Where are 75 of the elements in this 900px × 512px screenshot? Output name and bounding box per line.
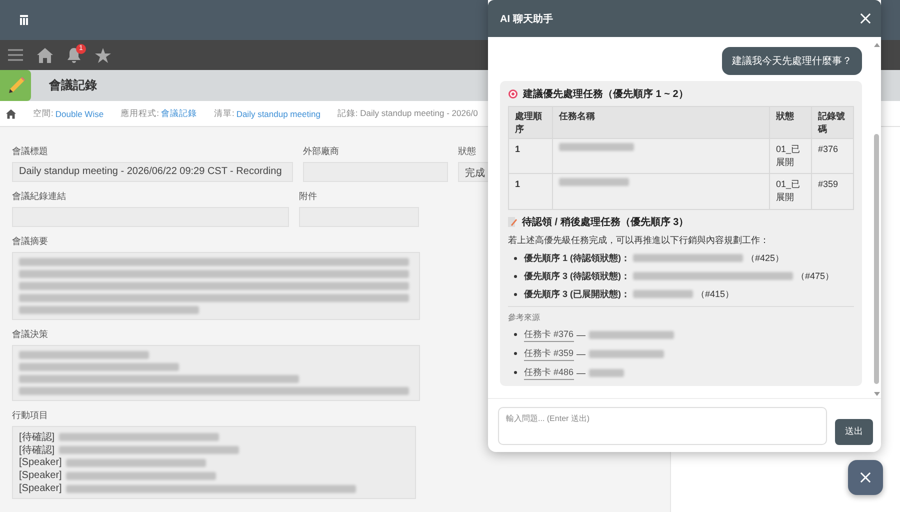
- user-message: 建議我今天先處理什麼事？: [722, 47, 862, 75]
- action-tag: [Speaker]: [19, 457, 62, 468]
- field-label: 附件: [299, 190, 318, 203]
- action-tag: [待確認]: [19, 442, 55, 456]
- source-link[interactable]: 任務卡 #376: [524, 328, 574, 342]
- scroll-down-icon: [874, 392, 880, 396]
- dash-text: —: [576, 368, 586, 378]
- action-tag: [Speaker]: [19, 483, 62, 494]
- home-icon[interactable]: [37, 48, 53, 62]
- breadcrumb-item[interactable]: 記錄: Daily standup meeting - 2026/0: [328, 101, 486, 126]
- field-label: 狀態: [458, 145, 477, 158]
- sources-heading: 參考來源: [508, 312, 541, 323]
- summary-field[interactable]: [12, 252, 420, 320]
- table-cell: 01_已展開: [770, 174, 812, 210]
- bullet-icon: [514, 256, 517, 260]
- memo-icon: [508, 216, 517, 227]
- record-ref: （#475）: [796, 270, 834, 283]
- field-label: 會議紀錄連結: [12, 190, 67, 203]
- field-label: 會議標題: [12, 145, 49, 158]
- scroll-up-icon: [874, 43, 880, 47]
- source-link[interactable]: 任務卡 #359: [524, 346, 574, 361]
- column-header: 任務名稱: [552, 106, 770, 139]
- priority-label: 優先順序 3 (待認領狀態)：: [524, 270, 630, 283]
- record-ref: （#415）: [696, 288, 734, 301]
- dash-text: —: [576, 330, 586, 340]
- bullet-icon: [514, 352, 517, 356]
- close-button[interactable]: [860, 13, 871, 24]
- title-field[interactable]: Daily standup meeting - 2026/06/22 09:29 CST - Recording: [12, 162, 293, 182]
- table-cell: #376: [812, 138, 854, 174]
- star-icon[interactable]: [95, 48, 111, 62]
- bullet-icon: [514, 371, 517, 374]
- menu-icon[interactable]: [8, 49, 23, 61]
- column-header: 記錄號碼: [812, 106, 854, 139]
- page-title: 會議記錄: [48, 77, 97, 94]
- breadcrumb-item[interactable]: 清單: Daily standup meeting: [204, 101, 328, 126]
- dash-text: —: [576, 348, 586, 359]
- close-icon: [860, 13, 871, 24]
- close-chat-button[interactable]: [848, 460, 883, 495]
- column-header: 狀態: [770, 106, 812, 139]
- bullet-icon: [514, 274, 517, 278]
- field-label: 會議決策: [12, 328, 49, 341]
- priority-label: 優先順序 3 (已展開狀態)：: [524, 288, 630, 301]
- intro-text: 若上述高優先級任務完成，可以再推進以下行銷與內容規劃工作：: [508, 234, 770, 247]
- decisions-field[interactable]: [12, 345, 420, 401]
- section-heading: 待認領 / 稍後處理任務（優先順序 3）: [522, 215, 689, 229]
- action-items-field[interactable]: [待確認] [待確認] [Speaker] [Speaker] [Speaker]: [12, 426, 416, 499]
- priority-label: 優先順序 1 (待認領狀態)：: [524, 252, 630, 265]
- field-label: 會議摘要: [12, 235, 49, 248]
- bullet-icon: [514, 333, 517, 336]
- table-cell: #359: [812, 174, 854, 210]
- blurred-text: [633, 290, 694, 298]
- chat-title: AI 聊天助手: [500, 12, 553, 26]
- send-button[interactable]: 送出: [835, 418, 873, 444]
- home-icon[interactable]: [6, 108, 16, 118]
- chat-input[interactable]: 輸入問題... (Enter 送出): [498, 406, 827, 444]
- bell-icon[interactable]: [67, 48, 81, 62]
- table-cell: 01_已展開: [770, 138, 812, 174]
- action-tag: [Speaker]: [19, 470, 62, 481]
- action-tag: [待確認]: [19, 430, 55, 444]
- record-ref: （#425）: [746, 252, 784, 265]
- section-heading: 建議優先處理任務（優先順序 1 ~ 2）: [523, 87, 688, 101]
- table-cell: 1: [508, 138, 552, 174]
- source-link[interactable]: 任務卡 #486: [524, 366, 574, 380]
- logo-icon: [20, 15, 28, 25]
- breadcrumb-item[interactable]: 應用程式: 會議記錄: [112, 101, 205, 126]
- table-cell: 1: [508, 174, 552, 210]
- column-header: 處理順序: [508, 106, 552, 139]
- close-icon: [860, 472, 871, 483]
- breadcrumb-item[interactable]: 空間: Double Wise: [24, 101, 112, 126]
- target-icon: [508, 89, 518, 99]
- bullet-icon: [514, 292, 517, 296]
- field-label: 行動項目: [12, 409, 49, 422]
- field-label: 外部廠商: [303, 145, 340, 158]
- blurred-text: [588, 368, 624, 377]
- blurred-text: [559, 178, 629, 186]
